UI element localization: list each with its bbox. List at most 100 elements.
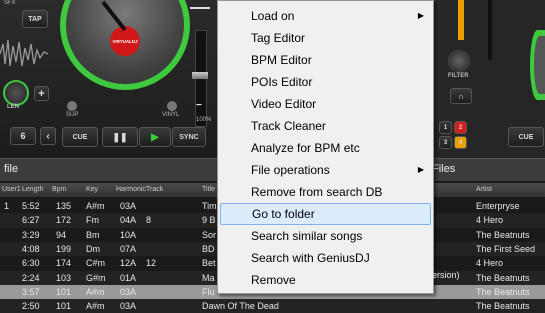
col-harmonic[interactable]: Harmonic bbox=[116, 186, 146, 193]
menu-item-video-editor[interactable]: Video Editor bbox=[218, 93, 433, 115]
menu-item-search-similar-songs[interactable]: Search similar songs bbox=[218, 225, 433, 247]
jog-marker bbox=[101, 0, 127, 32]
table-row[interactable]: 2:50 101 A#m 03A Dawn Of The Dead The Beatnut… bbox=[0, 299, 545, 313]
cue-button[interactable]: CUE bbox=[62, 127, 98, 147]
cell-key: A#m bbox=[86, 301, 105, 312]
menu-item-label: Remove bbox=[251, 273, 296, 287]
col-length[interactable]: Length bbox=[22, 186, 43, 193]
cell-length: 2:24 bbox=[22, 272, 40, 283]
cell-artist: The Beatnuts bbox=[476, 229, 530, 240]
menu-item-search-with-geniusdj[interactable]: Search with GeniusDJ bbox=[218, 247, 433, 269]
cell-key: A#m bbox=[86, 201, 105, 211]
cell-user: 1 bbox=[4, 201, 10, 211]
menu-item-file-operations[interactable]: File operations ▶ bbox=[218, 159, 433, 181]
submenu-arrow-icon: ▶ bbox=[417, 165, 424, 174]
cell-key: Bm bbox=[86, 229, 100, 240]
vinyl-knob[interactable] bbox=[166, 100, 178, 112]
cell-length: 5:52 bbox=[22, 201, 40, 211]
cell-bpm: 199 bbox=[56, 243, 72, 254]
menu-item-remove-from-search-db[interactable]: Remove from search DB bbox=[218, 181, 433, 203]
browser-title-left: file bbox=[4, 163, 19, 175]
cell-bpm: 101 bbox=[56, 286, 72, 297]
cell-title: Tim bbox=[202, 201, 217, 211]
pitch-slider-handle[interactable] bbox=[192, 72, 208, 79]
col-title[interactable]: Title bbox=[202, 186, 215, 193]
pad-3[interactable]: 3 bbox=[439, 136, 452, 149]
vinyl-label: VINYL bbox=[162, 112, 180, 118]
cell-key: Fm bbox=[86, 215, 99, 226]
len-label: LEN bbox=[7, 104, 19, 110]
jog-wheel-right[interactable] bbox=[534, 36, 545, 94]
menu-item-label: Load on bbox=[251, 9, 295, 23]
sup-label-left: SUP bbox=[66, 112, 79, 118]
cell-length: 6:27 bbox=[22, 215, 40, 226]
cell-title: 9 B bbox=[202, 215, 216, 226]
cell-title: Dawn Of The Dead bbox=[202, 301, 279, 312]
sync-button[interactable]: SYNC bbox=[172, 127, 206, 147]
cell-harmonic: 07A bbox=[120, 243, 137, 254]
menu-item-pois-editor[interactable]: POIs Editor bbox=[218, 71, 433, 93]
cell-bpm: 101 bbox=[56, 301, 72, 312]
len-knob[interactable] bbox=[3, 80, 29, 106]
level-meter-right bbox=[458, 0, 464, 40]
menu-item-label: BPM Editor bbox=[251, 53, 312, 67]
cell-title: Sor bbox=[202, 229, 217, 240]
menu-item-label: Track Cleaner bbox=[251, 119, 326, 133]
cue-button-right[interactable]: CUE bbox=[508, 127, 544, 147]
pad-4[interactable]: 4 bbox=[454, 136, 467, 149]
cell-artist: Enterpryse bbox=[476, 201, 520, 211]
cell-track: 8 bbox=[146, 215, 152, 226]
col-key[interactable]: Key bbox=[86, 186, 98, 193]
cell-harmonic: 12A bbox=[120, 258, 137, 269]
filter-label: FILTER bbox=[448, 73, 469, 79]
cell-key: C#m bbox=[86, 258, 106, 269]
sup-knob-left[interactable] bbox=[66, 100, 78, 112]
pitch-minus-button[interactable]: − bbox=[196, 100, 202, 111]
menu-item-bpm-editor[interactable]: BPM Editor bbox=[218, 49, 433, 71]
menu-item-go-to-folder[interactable]: Go to folder bbox=[220, 203, 431, 225]
play-button[interactable]: ▶ bbox=[139, 127, 171, 147]
title-fragment: ersion) bbox=[432, 270, 460, 280]
menu-item-tag-editor[interactable]: Tag Editor bbox=[218, 27, 433, 49]
pad-1[interactable]: 1 bbox=[439, 121, 452, 134]
cell-key: Dm bbox=[86, 243, 100, 254]
cell-artist: 4 Hero bbox=[476, 258, 504, 269]
cell-harmonic: 10A bbox=[120, 229, 137, 240]
cell-bpm: 103 bbox=[56, 272, 72, 283]
menu-item-label: Video Editor bbox=[251, 97, 317, 111]
cell-key: G#m bbox=[86, 272, 106, 283]
cell-bpm: 94 bbox=[56, 229, 67, 240]
pad-2[interactable]: 2 bbox=[454, 121, 467, 134]
col-bpm[interactable]: Bpm bbox=[52, 186, 66, 193]
menu-item-load-on[interactable]: Load on ▶ bbox=[218, 5, 433, 27]
cell-length: 4:08 bbox=[22, 243, 40, 254]
menu-item-remove[interactable]: Remove bbox=[218, 269, 433, 291]
cell-title: BD bbox=[202, 243, 215, 254]
menu-item-label: Tag Editor bbox=[251, 31, 306, 45]
col-artist[interactable]: Artist bbox=[476, 186, 492, 193]
col-user[interactable]: User1 bbox=[2, 186, 21, 193]
browser-title-right: Files bbox=[432, 163, 456, 175]
menu-item-analyze-for-bpm-etc[interactable]: Analyze for BPM etc bbox=[218, 137, 433, 159]
chevron-left-icon[interactable]: ‹ bbox=[40, 127, 56, 145]
cell-bpm: 135 bbox=[56, 201, 72, 211]
filter-knob[interactable] bbox=[448, 50, 470, 72]
headphones-icon[interactable]: ∩ bbox=[450, 88, 472, 104]
col-track[interactable]: Track bbox=[146, 186, 163, 193]
menu-item-label: Remove from search DB bbox=[251, 185, 383, 199]
cell-title: Bet bbox=[202, 258, 216, 269]
menu-item-label: Analyze for BPM etc bbox=[251, 141, 360, 155]
pause-button[interactable]: ❚❚ bbox=[102, 127, 138, 147]
len-plus-button[interactable]: + bbox=[34, 86, 49, 101]
cell-artist: The Beatnuts bbox=[476, 286, 530, 297]
cell-bpm: 174 bbox=[56, 258, 72, 269]
fader-track-right bbox=[488, 0, 492, 60]
menu-item-track-cleaner[interactable]: Track Cleaner bbox=[218, 115, 433, 137]
cell-artist: The Beatnuts bbox=[476, 272, 530, 283]
beat-count-button[interactable]: 6 bbox=[10, 127, 36, 145]
sfx-label: SFX bbox=[4, 0, 16, 6]
tap-button[interactable]: TAP bbox=[22, 10, 48, 28]
cell-harmonic: 03A bbox=[120, 286, 137, 297]
menu-item-label: Search similar songs bbox=[251, 229, 363, 243]
cell-harmonic: 01A bbox=[120, 272, 137, 283]
